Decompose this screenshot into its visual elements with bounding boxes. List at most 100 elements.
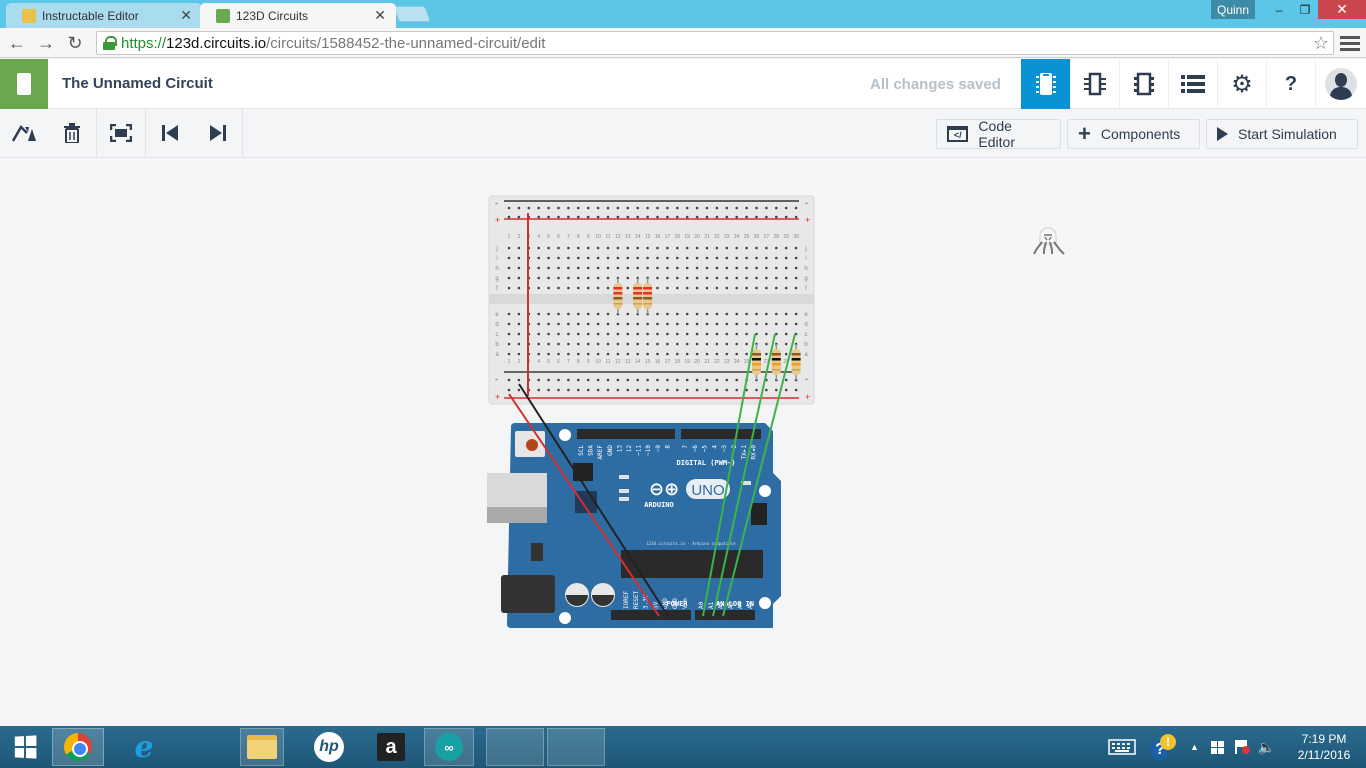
delete-button[interactable] xyxy=(48,109,96,157)
terminal-hole xyxy=(725,286,729,290)
terminal-hole xyxy=(646,246,649,250)
column-number: 22 xyxy=(714,359,720,365)
keyboard-icon[interactable] xyxy=(1108,739,1136,755)
profile-badge[interactable]: Quinn xyxy=(1211,0,1255,19)
forward-button[interactable]: → xyxy=(35,32,57,54)
start-button[interactable] xyxy=(0,728,50,766)
mount-hole xyxy=(559,429,571,441)
back-button[interactable]: ← xyxy=(6,32,28,54)
rail-hole xyxy=(775,388,778,392)
terminal-hole xyxy=(676,256,679,260)
taskbar-amazon[interactable]: a xyxy=(368,728,414,766)
rail-hole xyxy=(715,378,719,382)
column-number: 18 xyxy=(675,234,681,240)
breadboard-view-button[interactable] xyxy=(1021,59,1070,109)
rail-hole xyxy=(606,378,610,382)
app-logo[interactable] xyxy=(0,59,48,109)
fit-view-icon xyxy=(110,124,132,142)
terminal-hole xyxy=(784,342,788,346)
tab-123d-circuits[interactable]: 123D Circuits ✕ xyxy=(200,3,396,28)
column-number: 21 xyxy=(704,359,710,365)
row-letter: g xyxy=(495,276,498,282)
status-led xyxy=(619,489,629,493)
volume-icon[interactable]: 🔈 xyxy=(1258,739,1275,756)
terminal-hole xyxy=(517,246,521,250)
next-button[interactable] xyxy=(194,109,242,157)
rgb-led-component[interactable] xyxy=(1033,227,1065,255)
windows-update-icon[interactable] xyxy=(1210,740,1224,754)
taskbar-window-2[interactable] xyxy=(547,728,605,766)
tab-instructable-editor[interactable]: Instructable Editor ✕ xyxy=(6,3,202,28)
reload-button[interactable]: ↻ xyxy=(64,32,86,54)
new-tab-button[interactable] xyxy=(393,6,431,22)
terminal-hole xyxy=(586,352,590,356)
rail-hole xyxy=(557,215,560,219)
terminal-hole xyxy=(577,266,580,270)
resistor-body xyxy=(771,349,781,375)
pcb-view-button[interactable] xyxy=(1119,59,1168,109)
digital-label: DIGITAL (PWM~) xyxy=(676,459,735,467)
rail-hole xyxy=(725,206,729,210)
circuit-canvas[interactable]: -+-+-+-+12345678910111213141516171819202… xyxy=(0,158,1366,726)
rail-hole xyxy=(586,215,590,219)
rotate-button[interactable] xyxy=(0,109,48,157)
circuit-drawing[interactable]: -+-+-+-+12345678910111213141516171819202… xyxy=(0,158,1366,726)
taskbar-chrome[interactable] xyxy=(52,728,104,766)
analog-pin-label: A4 xyxy=(737,601,744,609)
previous-button[interactable] xyxy=(146,109,194,157)
window-close-button[interactable]: ✕ xyxy=(1318,0,1366,19)
rail-hole xyxy=(705,206,709,210)
browser-menu-icon[interactable] xyxy=(1340,32,1360,54)
show-hidden-icons-button[interactable]: ▲ xyxy=(1190,742,1199,752)
taskbar-window-1[interactable] xyxy=(486,728,544,766)
terminal-hole xyxy=(794,286,798,290)
component-list-button[interactable] xyxy=(1168,59,1217,109)
user-profile-button[interactable] xyxy=(1315,59,1366,109)
fit-to-view-button[interactable] xyxy=(97,109,145,157)
windows-taskbar: e hp a ∞ ? ! ▲ 🔈 7:19 PM 2/11/2016 xyxy=(0,726,1366,768)
action-center-flag-icon[interactable] xyxy=(1234,739,1250,755)
address-bar[interactable]: https:// 123d.circuits.io /circuits/1588… xyxy=(96,31,1334,55)
rail-hole xyxy=(616,206,620,210)
help-alert-icon[interactable]: ? ! xyxy=(1150,732,1178,762)
taskbar-hp[interactable]: hp xyxy=(305,728,353,766)
rail-hole xyxy=(606,388,610,392)
resistor-band xyxy=(752,358,761,361)
column-number: 25 xyxy=(744,234,750,240)
maximize-button[interactable]: ❐ xyxy=(1288,0,1322,19)
arduino-uno[interactable]: ⊖⊕ UNOARDUINODIGITAL (PWM~)POWER ANALOG IN… xyxy=(487,423,781,628)
terminal-hole xyxy=(656,342,659,346)
terminal-hole xyxy=(715,332,719,336)
terminal-hole xyxy=(547,286,550,290)
terminal-hole xyxy=(794,312,798,316)
terminal-hole xyxy=(596,276,600,280)
start-simulation-button[interactable]: Start Simulation xyxy=(1206,119,1358,149)
system-clock[interactable]: 7:19 PM 2/11/2016 xyxy=(1288,731,1360,763)
taskbar-internet-explorer[interactable]: e xyxy=(118,728,170,766)
resistor-band xyxy=(771,363,781,366)
help-button[interactable]: ? xyxy=(1266,59,1315,109)
taskbar-file-explorer[interactable] xyxy=(240,728,284,766)
terminal-hole xyxy=(606,266,610,270)
bookmark-star-icon[interactable]: ☆ xyxy=(1313,33,1329,54)
schematic-view-button[interactable] xyxy=(1070,59,1119,109)
instructables-robot-icon xyxy=(22,8,36,23)
settings-button[interactable]: ⚙ xyxy=(1217,59,1266,109)
breadboard[interactable]: -+-+-+-+12345678910111213141516171819202… xyxy=(488,195,815,405)
rail-hole xyxy=(666,206,669,210)
close-icon[interactable]: ✕ xyxy=(374,7,386,24)
circuit-title[interactable]: The Unnamed Circuit xyxy=(62,75,213,92)
rail-hole xyxy=(507,215,511,219)
close-icon[interactable]: ✕ xyxy=(180,7,192,24)
rail-sign: + xyxy=(495,392,500,402)
resistor-band xyxy=(752,369,761,371)
terminal-hole xyxy=(676,246,679,250)
components-button[interactable]: + Components xyxy=(1067,119,1200,149)
code-editor-button[interactable]: </ Code Editor xyxy=(936,118,1061,150)
terminal-hole xyxy=(557,246,560,250)
taskbar-arduino[interactable]: ∞ xyxy=(424,728,474,766)
terminal-hole xyxy=(616,342,620,346)
browser-nav-bar: ← → ↻ https:// 123d.circuits.io /circuit… xyxy=(0,28,1366,58)
column-number: 11 xyxy=(605,234,610,240)
rail-sign: - xyxy=(805,374,808,384)
